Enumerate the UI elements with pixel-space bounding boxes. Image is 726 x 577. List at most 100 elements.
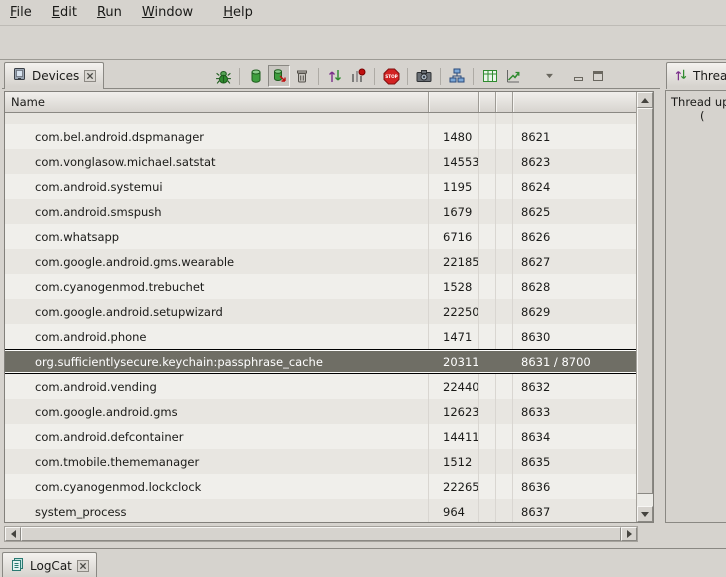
table-row[interactable]: com.google.android.gms 12623 8633 [5, 399, 636, 424]
process-port: 8626 [513, 224, 636, 249]
update-threads-icon[interactable] [324, 65, 346, 87]
menu-help[interactable]: Help [213, 0, 263, 25]
devices-icon [12, 67, 27, 85]
logcat-icon [10, 557, 25, 575]
update-heap-icon[interactable] [245, 65, 267, 87]
scroll-left-icon[interactable] [5, 527, 21, 541]
tab-threads[interactable]: Threa [666, 62, 726, 89]
process-col-b [496, 324, 513, 349]
process-name: com.android.phone [5, 324, 429, 349]
threads-message-line2: ( [700, 109, 726, 123]
system-grid-icon[interactable] [479, 65, 501, 87]
table-row[interactable]: com.cyanogenmod.trebuchet 1528 8628 [5, 274, 636, 299]
device-table-body: com.bel.android.dspmanager 1480 8621 com… [5, 113, 636, 522]
table-row[interactable]: com.android.vending 22440 8632 [5, 374, 636, 399]
process-col-b [496, 149, 513, 174]
table-row[interactable]: org.sufficientlysecure.keychain:passphra… [5, 349, 636, 374]
column-header-pid[interactable] [429, 92, 479, 112]
toolbar-separator [440, 68, 441, 85]
close-icon[interactable] [77, 560, 89, 572]
table-row[interactable]: com.cyanogenmod.lockclock 22265 8636 [5, 474, 636, 499]
process-pid: 6716 [429, 224, 479, 249]
toolbar-separator [318, 68, 319, 85]
process-port: 8623 [513, 149, 636, 174]
table-row[interactable]: com.vonglasow.michael.satstat 14553 8623 [5, 149, 636, 174]
debug-icon[interactable] [212, 65, 234, 87]
process-col-a [479, 274, 496, 299]
table-row-partial[interactable] [5, 113, 636, 124]
table-row[interactable]: com.google.android.setupwizard 22250 862… [5, 299, 636, 324]
scroll-right-icon[interactable] [621, 527, 637, 541]
process-col-a [479, 324, 496, 349]
horizontal-scrollbar[interactable] [4, 526, 638, 542]
process-name: com.cyanogenmod.lockclock [5, 474, 429, 499]
menu-run[interactable]: Run [87, 0, 132, 25]
process-name: org.sufficientlysecure.keychain:passphra… [5, 350, 429, 373]
process-name: com.bel.android.dspmanager [5, 124, 429, 149]
menu-bar: File Edit Run Window Help [0, 0, 726, 26]
process-name: com.android.vending [5, 374, 429, 399]
table-header: Name [5, 92, 636, 113]
minimize-icon[interactable] [570, 65, 588, 87]
menu-window[interactable]: Window [132, 0, 203, 25]
table-row[interactable]: com.android.smspush 1679 8625 [5, 199, 636, 224]
process-pid: 1471 [429, 324, 479, 349]
column-header-a[interactable] [479, 92, 496, 112]
table-row[interactable]: com.android.systemui 1195 8624 [5, 174, 636, 199]
sysinfo-icon[interactable] [502, 65, 524, 87]
menu-file[interactable]: File [0, 0, 42, 25]
vertical-scrollbar[interactable] [636, 92, 653, 522]
table-row[interactable]: system_process 964 8637 [5, 499, 636, 522]
table-row[interactable]: com.google.android.gms.wearable 22185 86… [5, 249, 636, 274]
scroll-down-icon[interactable] [637, 506, 653, 522]
process-port: 8631 / 8700 [513, 350, 636, 373]
tab-logcat[interactable]: LogCat [2, 552, 97, 577]
screen-capture-icon[interactable] [413, 65, 435, 87]
process-pid: 1679 [429, 199, 479, 224]
process-col-b [496, 199, 513, 224]
process-port: 8632 [513, 374, 636, 399]
process-col-a [479, 149, 496, 174]
menu-edit[interactable]: Edit [42, 0, 87, 25]
horizontal-scroll-thumb[interactable] [21, 527, 621, 541]
view-menu-icon[interactable] [541, 65, 557, 87]
ddms-window: { "menubar": { "items": [ { "label": "Fi… [0, 0, 726, 577]
method-profiling-icon[interactable] [347, 65, 369, 87]
process-col-b [496, 374, 513, 399]
view-hierarchy-icon[interactable] [446, 65, 468, 87]
process-col-a [479, 249, 496, 274]
process-pid: 14411 [429, 424, 479, 449]
threads-view: Threa Thread up ( [664, 60, 726, 548]
vertical-scroll-track[interactable] [637, 108, 653, 506]
cause-gc-icon[interactable] [291, 65, 313, 87]
process-col-a [479, 499, 496, 522]
device-process-table: Name com.bel.android.dspmanager 1480 862… [4, 91, 654, 523]
devices-toolbar: STOP [212, 64, 607, 88]
column-header-name[interactable]: Name [5, 92, 429, 112]
process-col-a [479, 124, 496, 149]
process-name: com.android.systemui [5, 174, 429, 199]
tab-devices[interactable]: Devices [4, 62, 104, 89]
process-name: system_process [5, 499, 429, 522]
table-row[interactable]: com.android.phone 1471 8630 [5, 324, 636, 349]
process-name: com.tmobile.thememanager [5, 449, 429, 474]
maximize-icon[interactable] [589, 65, 607, 87]
vertical-scroll-thumb[interactable] [637, 108, 653, 494]
process-col-a [479, 374, 496, 399]
process-col-b [496, 249, 513, 274]
table-row[interactable]: com.android.defcontainer 14411 8634 [5, 424, 636, 449]
scroll-up-icon[interactable] [637, 92, 653, 108]
process-port: 8621 [513, 124, 636, 149]
table-row[interactable]: com.tmobile.thememanager 1512 8635 [5, 449, 636, 474]
process-col-a [479, 299, 496, 324]
dump-hprof-icon[interactable] [268, 65, 290, 87]
column-header-b[interactable] [496, 92, 513, 112]
close-icon[interactable] [84, 70, 96, 82]
horizontal-scroll-track[interactable] [21, 527, 621, 541]
process-pid: 14553 [429, 149, 479, 174]
column-header-port[interactable] [513, 92, 636, 112]
table-row[interactable]: com.whatsapp 6716 8626 [5, 224, 636, 249]
stop-process-icon[interactable]: STOP [380, 65, 402, 87]
table-row[interactable]: com.bel.android.dspmanager 1480 8621 [5, 124, 636, 149]
process-port: 8630 [513, 324, 636, 349]
